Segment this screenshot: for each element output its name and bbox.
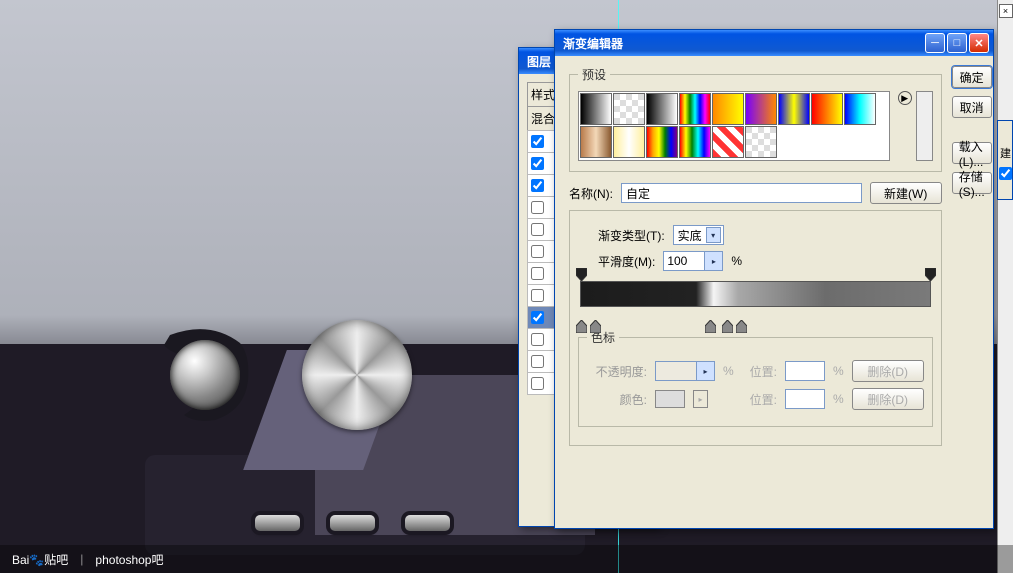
preset-swatch[interactable] bbox=[844, 93, 876, 125]
effect-checkbox[interactable] bbox=[531, 355, 544, 368]
smooth-input[interactable]: ▸ bbox=[663, 251, 723, 271]
minimize-button[interactable]: ─ bbox=[925, 33, 945, 53]
gradient-preview-bar[interactable] bbox=[580, 281, 931, 307]
preset-grid[interactable] bbox=[578, 91, 890, 161]
preset-swatch[interactable] bbox=[712, 93, 744, 125]
preset-swatch[interactable] bbox=[580, 93, 612, 125]
preset-swatch[interactable] bbox=[712, 126, 744, 158]
color-stop[interactable] bbox=[576, 320, 587, 333]
watermark-logo: Bai🐾贴吧 bbox=[12, 551, 68, 568]
load-button[interactable]: 载入(L)... bbox=[952, 142, 992, 164]
color-stop[interactable] bbox=[722, 320, 733, 333]
artwork-knob-left bbox=[170, 340, 240, 410]
opacity-stop[interactable] bbox=[576, 268, 587, 281]
effect-checkbox[interactable] bbox=[531, 245, 544, 258]
preset-swatch[interactable] bbox=[613, 93, 645, 125]
presets-fieldset: 预设 ▶ bbox=[569, 66, 942, 172]
percent-label: % bbox=[731, 254, 742, 268]
name-label: 名称(N): bbox=[569, 185, 613, 202]
preset-swatch[interactable] bbox=[580, 126, 612, 158]
preset-swatch[interactable] bbox=[613, 126, 645, 158]
save-button[interactable]: 存储(S)... bbox=[952, 172, 992, 194]
effect-checkbox[interactable] bbox=[531, 267, 544, 280]
delete-opacity-stop-button: 删除(D) bbox=[852, 360, 924, 382]
color-swatch bbox=[655, 390, 685, 408]
right-dock-strip: × bbox=[997, 0, 1013, 573]
preset-swatch[interactable] bbox=[679, 93, 711, 125]
type-select[interactable]: 实底 ▾ bbox=[673, 225, 724, 245]
artwork-buttons bbox=[255, 515, 450, 531]
chevron-down-icon: ▾ bbox=[706, 227, 721, 243]
gradient-editor-title: 渐变编辑器 bbox=[563, 35, 623, 52]
watermark-board: photoshop吧 bbox=[95, 551, 163, 568]
dock-close-icon[interactable]: × bbox=[999, 4, 1013, 18]
preset-swatch[interactable] bbox=[745, 93, 777, 125]
effect-checkbox[interactable] bbox=[531, 333, 544, 346]
gradient-editor-dialog[interactable]: 渐变编辑器 ─ □ ✕ 预设 ▶ 名称(N): 新建(W) 渐变类 bbox=[554, 29, 994, 529]
effect-checkbox[interactable] bbox=[531, 223, 544, 236]
gradient-settings-fieldset: 渐变类型(T): 实底 ▾ 平滑度(M): ▸ % bbox=[569, 210, 942, 446]
position-label-2: 位置: bbox=[750, 391, 777, 408]
opacity-stop[interactable] bbox=[925, 268, 936, 281]
effect-checkbox[interactable] bbox=[531, 377, 544, 390]
color-label: 颜色: bbox=[587, 391, 647, 408]
close-button[interactable]: ✕ bbox=[969, 33, 989, 53]
color-stop[interactable] bbox=[590, 320, 601, 333]
opacity-input: ▸ bbox=[655, 361, 715, 381]
effect-checkbox[interactable] bbox=[531, 201, 544, 214]
preset-swatch[interactable] bbox=[811, 93, 843, 125]
preset-swatch[interactable] bbox=[679, 126, 711, 158]
position-input-1 bbox=[785, 361, 825, 381]
preset-swatch[interactable] bbox=[778, 93, 810, 125]
chevron-right-icon: ▸ bbox=[705, 251, 723, 271]
position-label-1: 位置: bbox=[750, 363, 777, 380]
gradient-editor-titlebar[interactable]: 渐变编辑器 ─ □ ✕ bbox=[555, 30, 993, 56]
right-panel-label: 建 bbox=[998, 121, 1012, 163]
type-value: 实底 bbox=[678, 227, 702, 244]
watermark-bar: Bai🐾贴吧 | photoshop吧 bbox=[0, 545, 1013, 573]
effect-checkbox[interactable] bbox=[531, 179, 544, 192]
effect-checkbox[interactable] bbox=[531, 311, 544, 324]
right-panel-fragment: 建 bbox=[997, 120, 1013, 200]
delete-color-stop-button: 删除(D) bbox=[852, 388, 924, 410]
name-input[interactable] bbox=[621, 183, 862, 203]
effect-checkbox[interactable] bbox=[531, 289, 544, 302]
effect-checkbox[interactable] bbox=[531, 135, 544, 148]
opacity-label: 不透明度: bbox=[587, 363, 647, 380]
smooth-value[interactable] bbox=[663, 251, 705, 271]
position-input-2 bbox=[785, 389, 825, 409]
right-panel-checkbox[interactable] bbox=[999, 167, 1012, 180]
smooth-label: 平滑度(M): bbox=[598, 253, 655, 270]
preset-swatch[interactable] bbox=[745, 126, 777, 158]
new-button[interactable]: 新建(W) bbox=[870, 182, 942, 204]
maximize-button[interactable]: □ bbox=[947, 33, 967, 53]
presets-legend: 预设 bbox=[578, 66, 610, 83]
cancel-button[interactable]: 取消 bbox=[952, 96, 992, 118]
color-stop[interactable] bbox=[705, 320, 716, 333]
color-stop-fieldset: 色标 不透明度: ▸ % 位置: % 删除(D) 颜色: ▸ bbox=[578, 329, 933, 427]
layer-style-title: 图层 bbox=[527, 53, 551, 70]
color-stop[interactable] bbox=[736, 320, 747, 333]
effect-checkbox[interactable] bbox=[531, 157, 544, 170]
type-label: 渐变类型(T): bbox=[598, 227, 665, 244]
presets-menu-icon[interactable]: ▶ bbox=[898, 91, 912, 105]
preset-swatch[interactable] bbox=[646, 126, 678, 158]
ok-button[interactable]: 确定 bbox=[952, 66, 992, 88]
preset-swatch[interactable] bbox=[646, 93, 678, 125]
artwork-knob-right bbox=[302, 320, 412, 430]
presets-scrollbar[interactable] bbox=[916, 91, 933, 161]
